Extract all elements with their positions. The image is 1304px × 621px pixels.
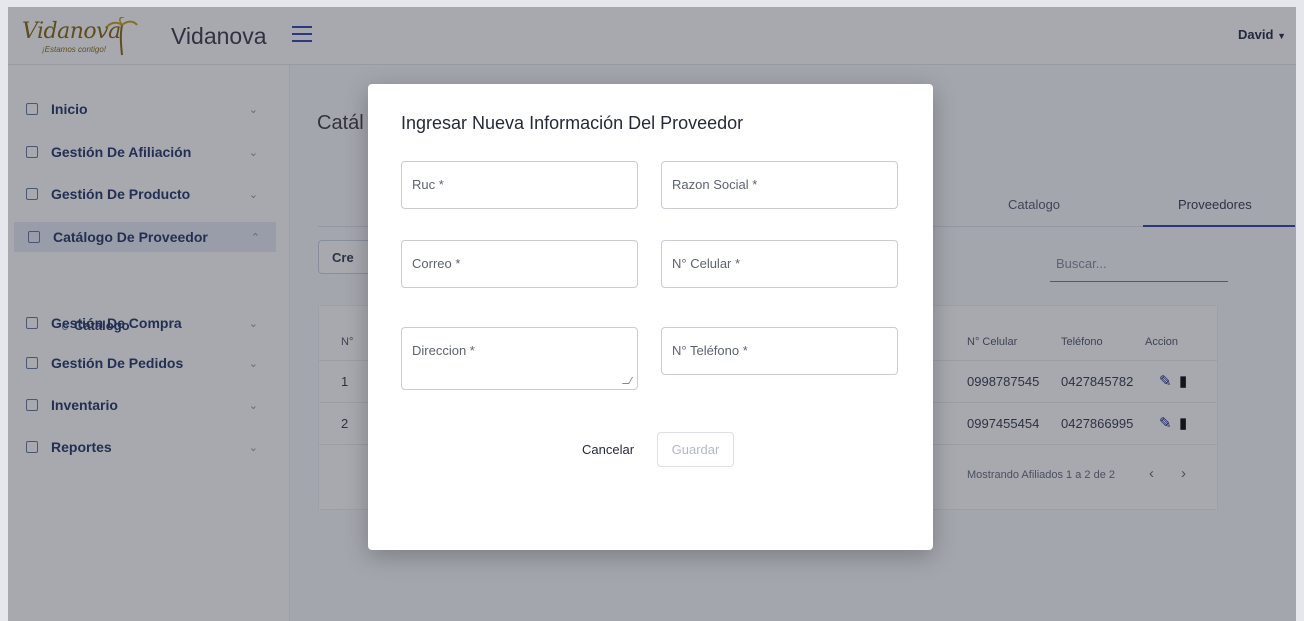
direccion-textarea[interactable]: Direccion *: [401, 327, 638, 390]
razon-social-placeholder: Razon Social *: [672, 177, 758, 192]
ruc-field[interactable]: Ruc *: [401, 161, 638, 209]
resize-handle-icon[interactable]: [621, 377, 634, 384]
celular-field[interactable]: N° Celular *: [661, 240, 898, 288]
telefono-placeholder: N° Teléfono *: [672, 343, 748, 358]
direccion-placeholder: Direccion *: [412, 343, 475, 358]
cancel-button[interactable]: Cancelar: [582, 442, 634, 457]
correo-placeholder: Correo *: [412, 256, 461, 271]
dialog-title: Ingresar Nueva Información Del Proveedor: [401, 113, 744, 133]
celular-placeholder: N° Celular *: [672, 256, 741, 271]
save-button[interactable]: Guardar: [657, 432, 734, 467]
telefono-field[interactable]: N° Teléfono *: [661, 327, 898, 375]
razon-social-field[interactable]: Razon Social *: [661, 161, 898, 209]
ruc-placeholder: Ruc *: [412, 177, 444, 192]
new-provider-dialog: Ingresar Nueva Información Del Proveedor…: [368, 84, 933, 550]
correo-field[interactable]: Correo *: [401, 240, 638, 288]
